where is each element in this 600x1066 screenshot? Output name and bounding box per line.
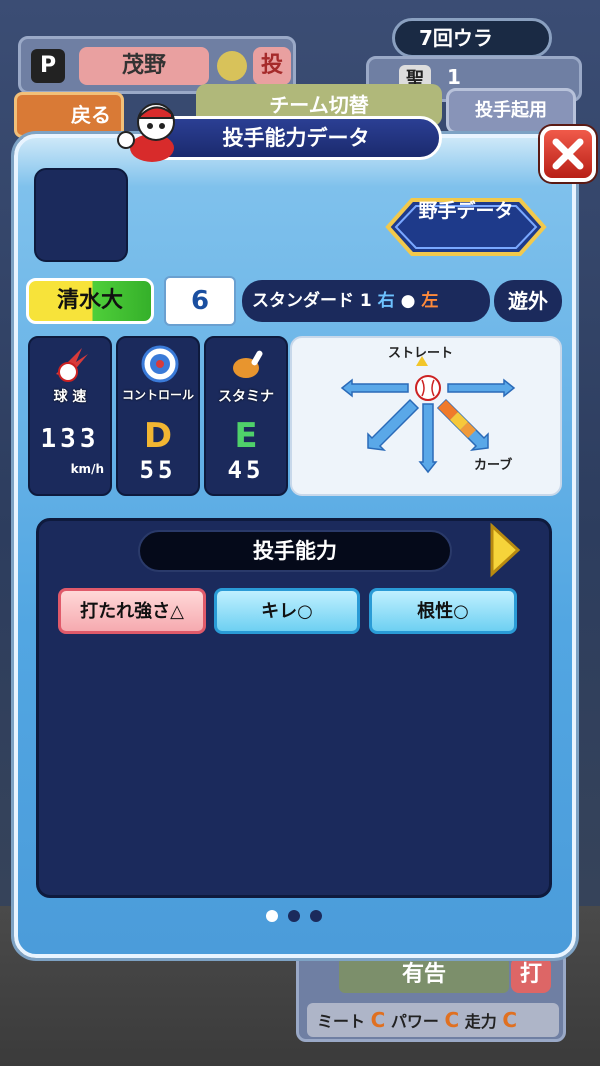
player-name: 茂野 xyxy=(79,47,209,85)
uniform-number: 6 xyxy=(164,276,236,326)
meet-grade: C xyxy=(370,1008,386,1032)
control-stat: コントロール D 55 xyxy=(116,336,200,496)
speed-stat: 球 速 133 km/h xyxy=(28,336,112,496)
back-button[interactable]: 戻る xyxy=(14,92,124,138)
page-dot xyxy=(288,910,300,922)
skill-badge-0[interactable]: 打たれ強さ△ xyxy=(58,588,206,634)
page-indicator xyxy=(266,910,336,924)
control-grade: D xyxy=(143,416,173,456)
player-portrait xyxy=(34,168,128,262)
power-grade: C xyxy=(444,1008,460,1032)
ability-section xyxy=(36,518,552,898)
meet-label: ミート xyxy=(317,1012,366,1031)
run-label: 走力 xyxy=(464,1012,497,1031)
bat-label: 打 xyxy=(511,957,551,993)
control-label: コントロール xyxy=(121,388,194,402)
mascot-icon xyxy=(117,103,175,162)
team-score: 1 xyxy=(447,65,461,89)
breaking-ball-chart: ストレート カーブ xyxy=(290,336,562,496)
slider-arm-left xyxy=(340,378,409,398)
power-label: パワー xyxy=(390,1012,439,1031)
position-kanji: 投 xyxy=(253,47,291,85)
batter-stats-card: 有告 打 ミート C パワー C 走力 C xyxy=(296,950,566,1042)
close-icon xyxy=(552,138,584,170)
control-value: 55 xyxy=(139,456,177,484)
run-grade: C xyxy=(502,1008,517,1032)
curve-label: カーブ xyxy=(474,458,513,473)
fielder-data-label: 野手データ xyxy=(418,200,514,222)
next-page-arrow-icon[interactable] xyxy=(488,522,522,578)
sub-position: 遊外 xyxy=(494,280,562,322)
fork-arm-down xyxy=(418,403,438,474)
speed-label: 球 速 xyxy=(53,389,87,405)
inning-indicator: 7回ウラ xyxy=(392,18,552,58)
target-icon xyxy=(141,345,179,383)
position-label: P xyxy=(31,49,65,83)
skill-badge-1[interactable]: キレ○ xyxy=(214,588,360,634)
fielder-data-button[interactable]: 野手データ xyxy=(384,196,548,258)
ball-center-icon xyxy=(415,375,441,401)
stamina-grade: E xyxy=(234,416,258,456)
speed-value: 133 xyxy=(40,424,100,454)
fastball-icon xyxy=(56,348,88,382)
condition-face-icon xyxy=(217,51,247,81)
ball-icon: ● xyxy=(400,291,416,311)
stamina-stat: スタミナ E 45 xyxy=(204,336,288,496)
throw-hand: 右 xyxy=(377,291,395,311)
bat-hand: 左 xyxy=(421,291,439,311)
pitch-diagram xyxy=(340,356,516,474)
close-button[interactable] xyxy=(540,126,596,182)
school-name-badge: 清水大 xyxy=(26,278,154,324)
pitching-form: スタンダード 1 右 ● 左 xyxy=(242,280,490,322)
batter-stat-row: ミート C パワー C 走力 C xyxy=(307,1003,559,1037)
meat-icon xyxy=(233,350,263,378)
stamina-value: 45 xyxy=(227,456,265,484)
ability-title: 投手能力 xyxy=(138,530,452,572)
skill-badge-2[interactable]: 根性○ xyxy=(369,588,517,634)
page-dot xyxy=(310,910,322,922)
panel-title: 投手能力データ xyxy=(150,116,442,160)
shoot-arm-right xyxy=(447,378,516,398)
form-label: スタンダード 1 xyxy=(252,291,372,311)
result-label: 有告 xyxy=(339,957,509,993)
speed-unit: km/h xyxy=(70,462,104,476)
page-dot-active xyxy=(266,910,278,922)
sinker-arm-left xyxy=(367,398,420,452)
stamina-label: スタミナ xyxy=(218,389,274,405)
